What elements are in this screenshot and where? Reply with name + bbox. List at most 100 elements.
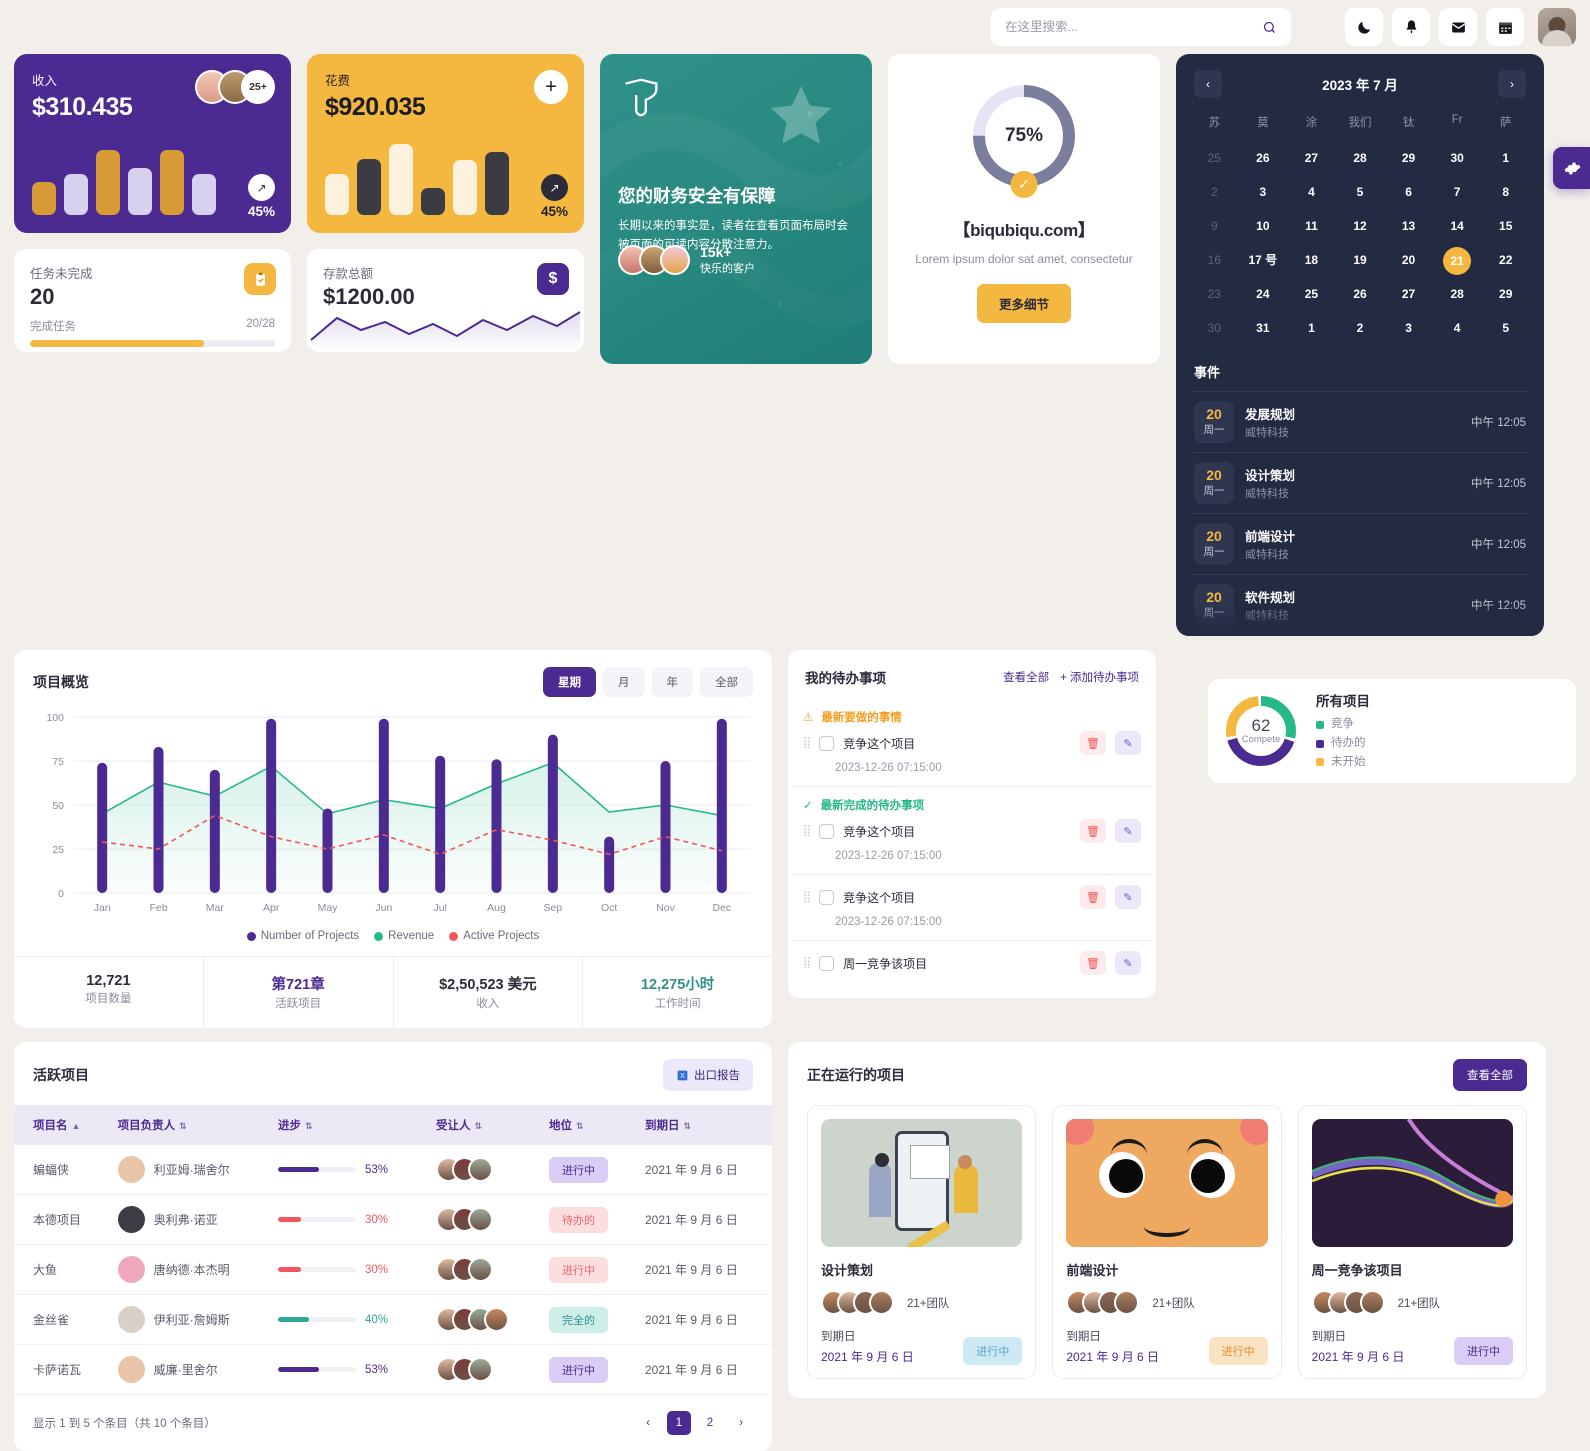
edit-icon[interactable]: ✎ bbox=[1115, 885, 1141, 909]
add-expense-button[interactable]: + bbox=[534, 70, 568, 104]
calendar-day[interactable]: 24 bbox=[1239, 281, 1288, 308]
calendar-day[interactable]: 13 bbox=[1384, 213, 1433, 240]
calendar-day[interactable]: 6 bbox=[1384, 179, 1433, 206]
running-project-card[interactable]: 设计策划 21+团队 到期日 2021 年 9 月 6 日 进行中 bbox=[807, 1105, 1037, 1379]
chart-range-tabs[interactable]: 星期月年全部 bbox=[543, 667, 753, 697]
calendar-day[interactable]: 17 号 bbox=[1239, 247, 1288, 274]
chart-tab-月[interactable]: 月 bbox=[603, 667, 645, 697]
pager-next[interactable]: › bbox=[729, 1411, 753, 1435]
pager-page-1[interactable]: 1 bbox=[667, 1411, 691, 1435]
calendar-day[interactable]: 9 bbox=[1190, 213, 1239, 240]
calendar-day[interactable]: 22 bbox=[1481, 247, 1530, 274]
moon-icon[interactable] bbox=[1345, 8, 1383, 46]
calendar-day[interactable]: 7 bbox=[1433, 179, 1482, 206]
calendar-day[interactable]: 8 bbox=[1481, 179, 1530, 206]
calendar-day[interactable]: 1 bbox=[1481, 145, 1530, 172]
edit-icon[interactable]: ✎ bbox=[1115, 951, 1141, 975]
todo-add-link[interactable]: + 添加待办事项 bbox=[1060, 669, 1139, 685]
calendar-day[interactable]: 12 bbox=[1336, 213, 1385, 240]
todo-checkbox[interactable] bbox=[819, 823, 835, 839]
calendar-day[interactable]: 31 bbox=[1239, 315, 1288, 342]
revenue-card[interactable]: 收入 $310.435 25+ ↗ 45% bbox=[14, 54, 291, 233]
mail-icon[interactable] bbox=[1439, 8, 1477, 46]
calendar-day[interactable]: 18 bbox=[1287, 247, 1336, 274]
drag-handle-icon[interactable]: ⣿ bbox=[803, 957, 811, 968]
calendar-day[interactable]: 10 bbox=[1239, 213, 1288, 240]
calendar-day[interactable]: 2 bbox=[1190, 179, 1239, 206]
chart-tab-全部[interactable]: 全部 bbox=[700, 667, 753, 697]
calendar-day[interactable]: 29 bbox=[1481, 281, 1530, 308]
calendar-day[interactable]: 26 bbox=[1239, 145, 1288, 172]
todo-checkbox[interactable] bbox=[819, 889, 835, 905]
pager-page-2[interactable]: 2 bbox=[698, 1411, 722, 1435]
table-pagination[interactable]: ‹ 1 2 › bbox=[636, 1411, 753, 1435]
calendar-day[interactable]: 28 bbox=[1336, 145, 1385, 172]
calendar-day[interactable]: 15 bbox=[1481, 213, 1530, 240]
running-project-card[interactable]: 前端设计 21+团队 到期日 2021 年 9 月 6 日 进行中 bbox=[1052, 1105, 1282, 1379]
drag-handle-icon[interactable]: ⣿ bbox=[803, 891, 811, 902]
table-column-进步[interactable]: 进步 ⇅ bbox=[267, 1105, 426, 1145]
search-input[interactable] bbox=[1005, 20, 1262, 34]
revenue-avatar-stack[interactable]: 25+ bbox=[195, 70, 275, 104]
todo-item[interactable]: ⣿ 竞争这个项目 🗑 ✎ bbox=[803, 885, 1141, 909]
avatar[interactable] bbox=[1538, 8, 1576, 46]
calendar-day[interactable]: 1 bbox=[1287, 315, 1336, 342]
expense-card[interactable]: 花费 $920.035 + ↗ 45% bbox=[307, 54, 584, 233]
table-column-受让人[interactable]: 受让人 ⇅ bbox=[425, 1105, 539, 1145]
table-row[interactable]: 大鱼 唐纳德·本杰明 30% 进行中 2021 年 9 月 6 日 bbox=[14, 1244, 772, 1295]
event-item[interactable]: 20 周一 前端设计 威特科技 中午 12:05 bbox=[1190, 513, 1530, 574]
todo-item[interactable]: ⣿ 周一竞争该项目 🗑 ✎ bbox=[803, 951, 1141, 975]
calendar-day[interactable]: 28 bbox=[1433, 281, 1482, 308]
search-box[interactable] bbox=[991, 8, 1291, 46]
calendar-grid[interactable]: 苏莫涂我们钛 Fr 萨 25 26 27 28 29 30 1 2 3 4 5 6 7 8 9 10 11 12 13 14… bbox=[1190, 110, 1530, 342]
edit-icon[interactable]: ✎ bbox=[1115, 731, 1141, 755]
table-row[interactable]: 本德项目 奥利弗·诺亚 30% 待办的 2021 年 9 月 6 日 bbox=[14, 1194, 772, 1245]
calendar-day[interactable]: 5 bbox=[1481, 315, 1530, 342]
todo-checkbox[interactable] bbox=[819, 955, 835, 971]
calendar-day[interactable]: 4 bbox=[1287, 179, 1336, 206]
todo-checkbox[interactable] bbox=[819, 735, 835, 751]
todo-item[interactable]: ⣿ 竞争这个项目 🗑 ✎ bbox=[803, 819, 1141, 843]
settings-gear-button[interactable] bbox=[1553, 147, 1590, 189]
drag-handle-icon[interactable]: ⣿ bbox=[803, 737, 811, 748]
calendar-day-selected[interactable]: 21 bbox=[1433, 247, 1482, 275]
calendar-day[interactable]: 14 bbox=[1433, 213, 1482, 240]
calendar-day[interactable]: 30 bbox=[1190, 315, 1239, 342]
table-row[interactable]: 蝙蝠侠 利亚姆·瑞舍尔 53% 进行中 2021 年 9 月 6 日 bbox=[14, 1145, 772, 1195]
calendar-day[interactable]: 4 bbox=[1433, 315, 1482, 342]
table-column-到期日[interactable]: 到期日 ⇅ bbox=[634, 1105, 772, 1145]
calendar-day[interactable]: 11 bbox=[1287, 213, 1336, 240]
table-column-项目负责人[interactable]: 项目负责人 ⇅ bbox=[107, 1105, 268, 1145]
calendar-day[interactable]: 27 bbox=[1287, 145, 1336, 172]
pager-prev[interactable]: ‹ bbox=[636, 1411, 660, 1435]
table-head-row[interactable]: 项目名 ▲ 项目负责人 ⇅ 进步 ⇅ 受让人 ⇅ 地位 ⇅ 到期日 ⇅ bbox=[14, 1105, 772, 1145]
delete-icon[interactable]: 🗑 bbox=[1080, 731, 1106, 755]
delete-icon[interactable]: 🗑 bbox=[1080, 885, 1106, 909]
calendar-day[interactable]: 3 bbox=[1239, 179, 1288, 206]
calendar-day[interactable]: 19 bbox=[1336, 247, 1385, 274]
calendar-day[interactable]: 16 bbox=[1190, 247, 1239, 274]
event-item[interactable]: 20 周一 设计策划 威特科技 中午 12:05 bbox=[1190, 452, 1530, 513]
tasks-card[interactable]: 任务未完成 20 完成任务 20/28 bbox=[14, 249, 291, 352]
calendar-day[interactable]: 27 bbox=[1384, 281, 1433, 308]
calendar-icon[interactable] bbox=[1486, 8, 1524, 46]
calendar-day[interactable]: 23 bbox=[1190, 281, 1239, 308]
export-report-button[interactable]: X 出口报告 bbox=[663, 1059, 753, 1091]
delete-icon[interactable]: 🗑 bbox=[1080, 951, 1106, 975]
todo-see-all-link[interactable]: 查看全部 bbox=[1003, 669, 1049, 685]
savings-card[interactable]: 存款总额 $1200.00 $ bbox=[307, 249, 584, 352]
bell-icon[interactable] bbox=[1392, 8, 1430, 46]
event-item[interactable]: 20 周一 发展规划 威特科技 中午 12:05 bbox=[1190, 391, 1530, 452]
calendar-day[interactable]: 3 bbox=[1384, 315, 1433, 342]
table-column-项目名[interactable]: 项目名 ▲ bbox=[14, 1105, 108, 1145]
calendar-day[interactable]: 25 bbox=[1287, 281, 1336, 308]
calendar-next-button[interactable]: › bbox=[1497, 70, 1526, 98]
table-row[interactable]: 金丝雀 伊利亚·詹姆斯 40% 完全的 2021 年 9 月 6 日 bbox=[14, 1294, 772, 1345]
table-column-地位[interactable]: 地位 ⇅ bbox=[538, 1105, 635, 1145]
chart-tab-年[interactable]: 年 bbox=[651, 667, 693, 697]
calendar-day[interactable]: 29 bbox=[1384, 145, 1433, 172]
calendar-day[interactable]: 25 bbox=[1190, 145, 1239, 172]
more-details-button[interactable]: 更多细节 bbox=[976, 284, 1071, 324]
drag-handle-icon[interactable]: ⣿ bbox=[803, 825, 811, 836]
calendar-day[interactable]: 26 bbox=[1336, 281, 1385, 308]
